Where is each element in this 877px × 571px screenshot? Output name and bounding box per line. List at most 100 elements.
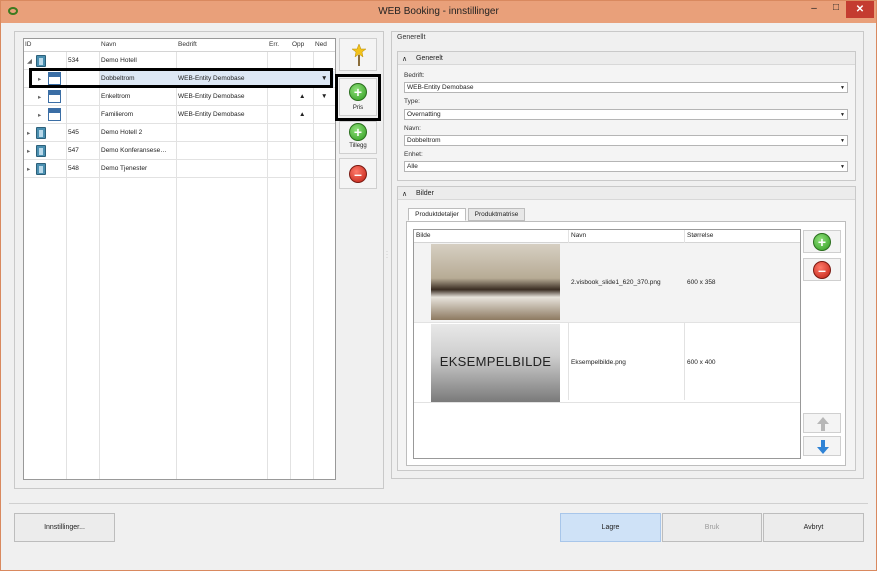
save-button[interactable]: Lagre <box>560 513 661 542</box>
images-table[interactable]: Bilde Navn Størrelse 2.visbook_slide1_62… <box>413 229 801 459</box>
tree-header: ID Navn Bedrift Err. Opp Ned <box>24 39 335 52</box>
add-icon: + <box>349 123 367 141</box>
row-id: 534 <box>68 57 79 64</box>
expand-icon[interactable]: ▸ <box>27 147 30 155</box>
type-select[interactable]: Overnatting ▼ <box>404 109 848 120</box>
row-name: Demo Hotell 2 <box>101 129 143 136</box>
col-name[interactable]: Navn <box>571 232 586 239</box>
company-select[interactable]: WEB-Entity Demobase ▼ <box>404 82 848 93</box>
images-table-header: Bilde Navn Størrelse <box>414 230 800 243</box>
general-group-header[interactable]: ∧ Generelt <box>398 52 855 65</box>
col-image[interactable]: Bilde <box>416 232 430 239</box>
tree-row-548[interactable]: ▸ 548 Demo Tjenester <box>24 160 335 178</box>
add-addon-button[interactable]: + Tillegg <box>339 121 377 154</box>
bedroom-thumbnail <box>431 244 560 320</box>
row-id: 548 <box>68 165 79 172</box>
maximize-button[interactable]: □ <box>825 2 847 20</box>
row-name: Demo Hotell <box>101 57 137 64</box>
sample-thumbnail: EKSEMPELBILDE <box>431 324 560 402</box>
row-company: WEB-Entity Demobase <box>178 93 245 100</box>
col-name[interactable]: Navn <box>101 41 116 48</box>
image-size: 600 x 358 <box>687 279 716 286</box>
row-name: Enkeltrom <box>101 93 131 100</box>
wizard-button[interactable] <box>339 38 377 71</box>
magic-wand-icon <box>352 44 366 66</box>
move-image-down-button[interactable] <box>803 436 841 456</box>
tree-row-545[interactable]: ▸ 545 Demo Hotell 2 <box>24 124 335 142</box>
move-up-icon[interactable]: ▲ <box>299 93 305 100</box>
calendar-icon <box>48 90 61 103</box>
calendar-icon <box>48 108 61 121</box>
folder-icon <box>36 55 46 67</box>
col-err[interactable]: Err. <box>269 41 279 48</box>
chevron-down-icon: ▼ <box>840 85 845 91</box>
watermark-text: EKSEMPELBILDE <box>439 354 552 369</box>
folder-icon <box>36 163 46 175</box>
row-id: 545 <box>68 129 79 136</box>
add-icon: + <box>813 233 831 251</box>
section-title: Generellt <box>397 34 426 41</box>
tree-row-547[interactable]: ▸ 547 Demo Konferansese… <box>24 142 335 160</box>
tree-row-enkeltrom[interactable]: ▸ Enkeltrom WEB-Entity Demobase ▲ ▼ <box>24 88 335 106</box>
remove-button[interactable]: – <box>339 158 377 189</box>
image-name: 2.visbook_slide1_620_370.png <box>571 279 661 286</box>
folder-icon <box>36 127 46 139</box>
images-group-header[interactable]: ∧ Bilder <box>398 187 855 200</box>
company-label: Bedrift: <box>404 72 425 79</box>
chevron-down-icon: ▼ <box>840 138 845 144</box>
collapse-icon[interactable]: ∧ <box>402 55 407 63</box>
close-button[interactable]: ✕ <box>846 1 874 18</box>
row-id: 547 <box>68 147 79 154</box>
images-group-title: Bilder <box>416 190 434 197</box>
chevron-down-icon: ▼ <box>840 164 845 170</box>
title-bar: WEB Booking - innstillinger – □ ✕ <box>1 1 876 23</box>
tree-row-familierom[interactable]: ▸ Familierom WEB-Entity Demobase ▲ <box>24 106 335 124</box>
tab-product-matrix[interactable]: Produktmatrise <box>468 208 525 221</box>
arrow-down-icon <box>817 440 829 454</box>
chevron-down-icon: ▼ <box>840 112 845 118</box>
apply-button[interactable]: Bruk <box>662 513 762 542</box>
row-name: Demo Konferansese… <box>101 147 167 154</box>
image-row-1[interactable]: 2.visbook_slide1_620_370.png 600 x 358 <box>414 243 800 323</box>
cancel-button[interactable]: Avbryt <box>763 513 864 542</box>
image-size: 600 x 400 <box>687 359 716 366</box>
type-label: Type: <box>404 98 420 105</box>
unit-select[interactable]: Alle ▼ <box>404 161 848 172</box>
col-id[interactable]: ID <box>25 41 32 48</box>
selection-highlight-box <box>29 68 333 88</box>
row-name: Familierom <box>101 111 134 118</box>
row-name: Demo Tjenester <box>101 165 148 172</box>
row-company: WEB-Entity Demobase <box>178 111 245 118</box>
add-image-button[interactable]: + <box>803 230 841 253</box>
remove-image-button[interactable]: – <box>803 258 841 281</box>
window-title: WEB Booking - innstillinger <box>378 6 499 17</box>
pris-highlight-box <box>335 74 381 121</box>
add-addon-label: Tillegg <box>349 143 367 149</box>
folder-icon <box>36 145 46 157</box>
collapse-icon[interactable]: ∧ <box>402 190 407 198</box>
image-row-2[interactable]: EKSEMPELBILDE Eksempelbilde.png 600 x 40… <box>414 323 800 403</box>
settings-button[interactable]: Innstillinger... <box>14 513 115 542</box>
collapse-icon[interactable]: ◢ <box>27 57 32 65</box>
expand-icon[interactable]: ▸ <box>27 165 30 173</box>
expand-icon[interactable]: ▸ <box>38 111 41 119</box>
minimize-button[interactable]: – <box>803 3 825 21</box>
col-size[interactable]: Størrelse <box>687 232 713 239</box>
remove-icon: – <box>349 165 367 183</box>
name-label: Navn: <box>404 125 421 132</box>
col-company[interactable]: Bedrift <box>178 41 197 48</box>
image-name: Eksempelbilde.png <box>571 359 626 366</box>
move-up-icon[interactable]: ▲ <box>299 111 305 118</box>
col-up[interactable]: Opp <box>292 41 304 48</box>
tab-product-details[interactable]: Produktdetaljer <box>408 208 466 221</box>
splitter-handle[interactable]: · · · <box>386 249 388 261</box>
name-select[interactable]: Dobbeltrom ▼ <box>404 135 848 146</box>
expand-icon[interactable]: ▸ <box>27 129 30 137</box>
expand-icon[interactable]: ▸ <box>38 93 41 101</box>
arrow-up-icon <box>817 417 829 431</box>
move-image-up-button[interactable] <box>803 413 841 433</box>
unit-label: Enhet: <box>404 151 423 158</box>
col-down[interactable]: Ned <box>315 41 327 48</box>
move-down-icon[interactable]: ▼ <box>321 93 327 100</box>
product-tree[interactable]: ID Navn Bedrift Err. Opp Ned ◢ 534 Demo … <box>23 38 336 480</box>
